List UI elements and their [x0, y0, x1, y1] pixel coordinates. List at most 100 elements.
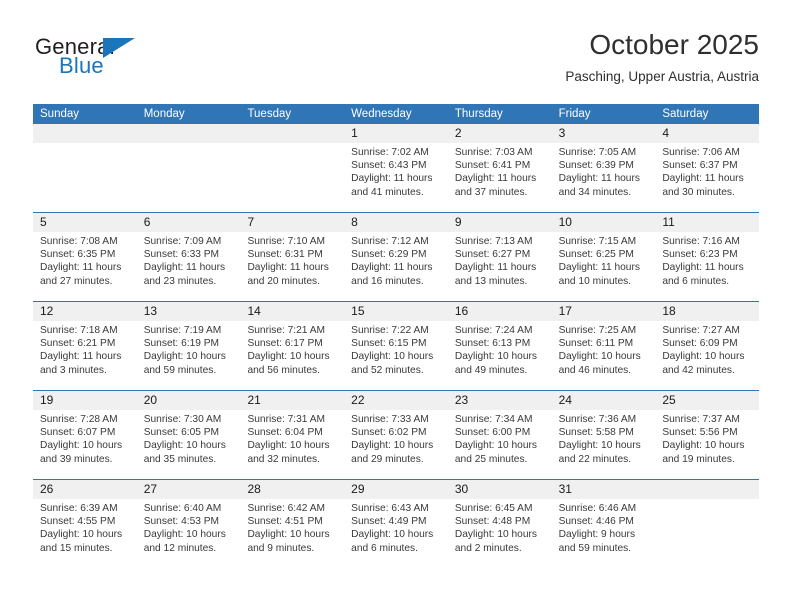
calendar-day-cell[interactable]: 22 Sunrise: 7:33 AM Sunset: 6:02 PM Dayligh…	[344, 391, 448, 479]
calendar-day-cell[interactable]: 1 Sunrise: 7:02 AM Sunset: 6:43 PM Daylight…	[344, 124, 448, 212]
daylight-text: Daylight: 11 hours	[40, 351, 122, 363]
daylight-text: Daylight: 11 hours	[454, 173, 537, 185]
day-details: Sunrise: 7:24 AM Sunset: 6:13 PM Daylight:…	[448, 321, 552, 377]
daylight-text: Daylight: 10 hours	[247, 529, 330, 541]
calendar-day-cell[interactable]: 6 Sunrise: 7:09 AM Sunset: 6:33 PM Daylight…	[136, 213, 241, 301]
day-details: Sunrise: 7:33 AM Sunset: 6:02 PM Daylight:…	[344, 410, 448, 466]
calendar-day-cell[interactable]: 4 Sunrise: 7:06 AM Sunset: 6:37 PM Daylight…	[655, 124, 760, 212]
daylight-text: Daylight: 10 hours	[247, 351, 330, 363]
day-number: 10	[551, 213, 656, 232]
day-details: Sunrise: 7:03 AM Sunset: 6:41 PM Daylight:…	[448, 143, 552, 199]
day-number: 4	[655, 124, 760, 143]
calendar-day-cell[interactable]: 13 Sunrise: 7:19 AM Sunset: 6:19 PM Dayligh…	[136, 302, 241, 390]
calendar-week-row: 12 Sunrise: 7:18 AM Sunset: 6:21 PM Dayligh…	[33, 301, 760, 390]
calendar-day-cell[interactable]: 19 Sunrise: 7:28 AM Sunset: 6:07 PM Dayligh…	[33, 391, 137, 479]
day-details	[137, 143, 241, 146]
sunrise-text: Sunrise: 6:42 AM	[247, 503, 326, 514]
daylight-text: Daylight: 11 hours	[143, 262, 226, 274]
calendar-day-cell[interactable]: 25 Sunrise: 7:37 AM Sunset: 5:56 PM Dayligh…	[655, 391, 760, 479]
sunset-text: Sunset: 6:25 PM	[558, 249, 634, 261]
calendar-day-cell[interactable]: 27 Sunrise: 6:40 AM Sunset: 4:53 PM Dayligh…	[136, 480, 241, 568]
calendar-day-cell[interactable]: 14 Sunrise: 7:21 AM Sunset: 6:17 PM Dayligh…	[240, 302, 345, 390]
general-blue-logo[interactable]: General Blue	[33, 34, 233, 90]
sunset-text: Sunset: 6:05 PM	[143, 427, 220, 439]
daylight-text-cont: and 23 minutes.	[143, 275, 217, 287]
calendar-day-cell[interactable]: 12 Sunrise: 7:18 AM Sunset: 6:21 PM Dayligh…	[33, 302, 137, 390]
day-details: Sunrise: 6:39 AM Sunset: 4:55 PM Daylight:…	[33, 499, 137, 555]
sunrise-text: Sunrise: 7:08 AM	[40, 236, 118, 247]
daylight-text: Daylight: 10 hours	[558, 440, 641, 452]
sunset-text: Sunset: 6:07 PM	[40, 427, 116, 439]
daylight-text-cont: and 6 minutes.	[662, 275, 730, 287]
daylight-text: Daylight: 11 hours	[454, 262, 537, 274]
daylight-text-cont: and 9 minutes.	[247, 542, 315, 554]
weekday-header-tuesday: Tuesday	[247, 108, 292, 120]
weekday-header-wednesday: Wednesday	[351, 108, 412, 120]
calendar-day-cell[interactable]: 15 Sunrise: 7:22 AM Sunset: 6:15 PM Dayligh…	[344, 302, 448, 390]
day-number: 30	[447, 480, 552, 499]
calendar-day-cell[interactable]: 31 Sunrise: 6:46 AM Sunset: 4:46 PM Dayligh…	[551, 480, 656, 568]
day-details: Sunrise: 7:09 AM Sunset: 6:33 PM Daylight:…	[137, 232, 241, 288]
day-number: 27	[136, 480, 241, 499]
calendar-day-cell[interactable]: 24 Sunrise: 7:36 AM Sunset: 5:58 PM Dayligh…	[551, 391, 656, 479]
sunrise-text: Sunrise: 6:43 AM	[351, 503, 429, 514]
day-number: 12	[33, 302, 137, 321]
day-number: 25	[655, 391, 760, 410]
daylight-text-cont: and 16 minutes.	[351, 275, 424, 287]
sunset-text: Sunset: 6:41 PM	[454, 160, 531, 172]
calendar-day-cell[interactable]: 28 Sunrise: 6:42 AM Sunset: 4:51 PM Dayligh…	[240, 480, 345, 568]
sunset-text: Sunset: 4:53 PM	[143, 516, 220, 528]
day-number: 28	[240, 480, 345, 499]
daylight-text: Daylight: 11 hours	[351, 173, 433, 185]
daylight-text: Daylight: 10 hours	[454, 351, 537, 363]
daylight-text-cont: and 22 minutes.	[558, 453, 632, 465]
calendar-day-cell[interactable]: 3 Sunrise: 7:05 AM Sunset: 6:39 PM Daylight…	[551, 124, 656, 212]
calendar-day-cell[interactable]: 16 Sunrise: 7:24 AM Sunset: 6:13 PM Dayligh…	[447, 302, 552, 390]
sunrise-text: Sunrise: 7:24 AM	[454, 325, 533, 336]
calendar-day-cell[interactable]: 8 Sunrise: 7:12 AM Sunset: 6:29 PM Daylight…	[344, 213, 448, 301]
calendar-day-cell[interactable]: 5 Sunrise: 7:08 AM Sunset: 6:35 PM Daylight…	[33, 213, 137, 301]
daylight-text: Daylight: 11 hours	[247, 262, 329, 274]
location-subtitle: Pasching, Upper Austria, Austria	[565, 69, 759, 84]
daylight-text-cont: and 37 minutes.	[454, 186, 528, 198]
calendar-day-cell[interactable]: 26 Sunrise: 6:39 AM Sunset: 4:55 PM Dayligh…	[33, 480, 137, 568]
calendar-day-cell[interactable]: 23 Sunrise: 7:34 AM Sunset: 6:00 PM Dayligh…	[447, 391, 552, 479]
calendar-day-cell[interactable]: 9 Sunrise: 7:13 AM Sunset: 6:27 PM Daylight…	[447, 213, 552, 301]
day-details: Sunrise: 7:05 AM Sunset: 6:39 PM Daylight:…	[552, 143, 656, 199]
daylight-text-cont: and 29 minutes.	[351, 453, 424, 465]
calendar-day-cell[interactable]: 21 Sunrise: 7:31 AM Sunset: 6:04 PM Dayligh…	[240, 391, 345, 479]
sunrise-text: Sunrise: 7:03 AM	[454, 147, 533, 158]
sunset-text: Sunset: 6:17 PM	[247, 338, 323, 350]
day-number: 26	[33, 480, 137, 499]
day-details: Sunrise: 7:22 AM Sunset: 6:15 PM Daylight:…	[344, 321, 448, 377]
day-details: Sunrise: 7:16 AM Sunset: 6:23 PM Daylight:…	[655, 232, 759, 288]
calendar-day-cell[interactable]: 10 Sunrise: 7:15 AM Sunset: 6:25 PM Dayligh…	[551, 213, 656, 301]
sunset-text: Sunset: 6:00 PM	[454, 427, 531, 439]
calendar-day-cell[interactable]: 17 Sunrise: 7:25 AM Sunset: 6:11 PM Dayligh…	[551, 302, 656, 390]
sunset-text: Sunset: 4:46 PM	[558, 516, 634, 528]
weekday-header-row: Sunday Monday Tuesday Wednesday Thursday…	[33, 104, 759, 124]
daylight-text-cont: and 13 minutes.	[454, 275, 528, 287]
sunrise-text: Sunrise: 7:36 AM	[558, 414, 637, 425]
logo-text-blue: Blue	[59, 53, 104, 78]
calendar-day-cell[interactable]: 30 Sunrise: 6:45 AM Sunset: 4:48 PM Dayligh…	[447, 480, 552, 568]
sunset-text: Sunset: 6:35 PM	[40, 249, 116, 261]
calendar-day-cell[interactable]: 20 Sunrise: 7:30 AM Sunset: 6:05 PM Dayligh…	[136, 391, 241, 479]
daylight-text-cont: and 52 minutes.	[351, 364, 424, 376]
calendar-day-cell-empty	[33, 124, 137, 212]
calendar-day-cell[interactable]: 11 Sunrise: 7:16 AM Sunset: 6:23 PM Dayligh…	[655, 213, 760, 301]
calendar-day-cell[interactable]: 18 Sunrise: 7:27 AM Sunset: 6:09 PM Dayligh…	[655, 302, 760, 390]
daylight-text-cont: and 19 minutes.	[662, 453, 735, 465]
sunrise-text: Sunrise: 7:28 AM	[40, 414, 118, 425]
sunrise-text: Sunrise: 7:31 AM	[247, 414, 326, 425]
sunset-text: Sunset: 4:48 PM	[454, 516, 531, 528]
day-number: 22	[344, 391, 448, 410]
weekday-header-thursday: Thursday	[454, 108, 503, 120]
calendar-day-cell[interactable]: 2 Sunrise: 7:03 AM Sunset: 6:41 PM Daylight…	[447, 124, 552, 212]
calendar-day-cell[interactable]: 29 Sunrise: 6:43 AM Sunset: 4:49 PM Dayligh…	[344, 480, 448, 568]
day-details	[33, 143, 137, 146]
day-details: Sunrise: 7:25 AM Sunset: 6:11 PM Daylight:…	[552, 321, 656, 377]
calendar-day-cell[interactable]: 7 Sunrise: 7:10 AM Sunset: 6:31 PM Daylight…	[240, 213, 345, 301]
daylight-text: Daylight: 10 hours	[143, 529, 226, 541]
sunrise-text: Sunrise: 7:27 AM	[662, 325, 740, 336]
